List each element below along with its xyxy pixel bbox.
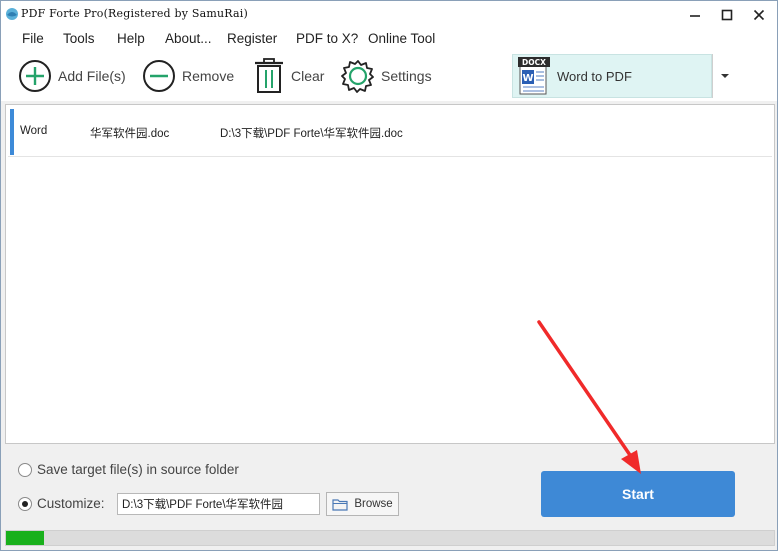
menu-file[interactable]: File xyxy=(22,31,44,46)
clear-label: Clear xyxy=(291,68,325,84)
file-list[interactable]: Word 华军软件园.doc D:\3下载\PDF Forte\华军软件园.do… xyxy=(5,104,775,444)
minimize-button[interactable] xyxy=(679,1,711,29)
progress-bar xyxy=(5,530,775,546)
start-label: Start xyxy=(622,486,654,502)
progress-fill xyxy=(6,531,45,545)
source-folder-label: Save target file(s) in source folder xyxy=(37,462,239,477)
add-files-label: Add File(s) xyxy=(58,68,126,84)
trash-icon xyxy=(255,58,283,93)
file-name-cell: 华军软件园.doc xyxy=(90,128,170,140)
menu-register[interactable]: Register xyxy=(227,31,277,46)
folder-icon xyxy=(332,498,348,511)
menu-pdf-to-x[interactable]: PDF to X? xyxy=(296,31,358,46)
remove-label: Remove xyxy=(182,68,235,84)
source-folder-radio[interactable] xyxy=(18,462,32,477)
docx-badge-text: DOCX xyxy=(522,58,546,67)
add-files-button[interactable]: Add File(s) xyxy=(18,57,126,95)
file-path-cell: D:\3下载\PDF Forte\华军软件园.doc xyxy=(220,128,403,140)
app-window: PDF Forte Pro(Registered by SamuRai) Fil… xyxy=(0,0,778,551)
file-type-cell: Word xyxy=(20,125,48,137)
settings-label: Settings xyxy=(381,68,432,84)
settings-button[interactable]: Settings xyxy=(341,57,432,95)
source-folder-option[interactable]: Save target file(s) in source folder xyxy=(18,462,239,477)
caret-down-icon xyxy=(720,74,729,78)
app-logo-icon xyxy=(6,8,18,20)
menu-about[interactable]: About... xyxy=(165,31,212,46)
close-button[interactable] xyxy=(743,1,775,29)
start-button[interactable]: Start xyxy=(541,471,735,517)
conversion-type-label: Word to PDF xyxy=(557,68,632,84)
plus-circle-icon xyxy=(19,60,51,92)
row-selection-marker xyxy=(10,109,14,155)
clear-button[interactable]: Clear xyxy=(253,57,324,95)
conversion-type-dropdown[interactable] xyxy=(712,54,736,98)
menu-bar: File Tools Help About... Register PDF to… xyxy=(1,29,777,51)
table-row[interactable]: Word 华军软件园.doc D:\3下载\PDF Forte\华军软件园.do… xyxy=(8,107,772,157)
maximize-icon xyxy=(721,9,733,21)
menu-online-tool[interactable]: Online Tool xyxy=(368,31,435,46)
svg-text:W: W xyxy=(522,73,533,84)
menu-help[interactable]: Help xyxy=(117,31,145,46)
output-panel: Save target file(s) in source folder Cus… xyxy=(1,447,777,527)
conversion-type-selector[interactable]: DOCX W Word to PDF xyxy=(512,54,712,98)
gear-icon xyxy=(341,60,374,93)
browse-label: Browse xyxy=(354,498,393,510)
remove-button[interactable]: Remove xyxy=(142,57,234,95)
browse-button[interactable]: Browse xyxy=(326,492,399,516)
menu-tools[interactable]: Tools xyxy=(63,31,95,46)
customize-option[interactable]: Customize: xyxy=(18,496,105,511)
minus-circle-icon xyxy=(143,60,175,92)
docx-file-icon: DOCX W xyxy=(518,57,550,95)
window-title: PDF Forte Pro(Registered by SamuRai) xyxy=(21,7,248,20)
close-icon xyxy=(753,9,765,21)
output-path-input[interactable] xyxy=(117,493,320,515)
title-bar[interactable]: PDF Forte Pro(Registered by SamuRai) xyxy=(1,1,777,29)
minimize-icon xyxy=(690,15,700,17)
maximize-button[interactable] xyxy=(711,1,743,29)
customize-radio[interactable] xyxy=(18,496,32,511)
customize-label: Customize: xyxy=(37,496,105,511)
